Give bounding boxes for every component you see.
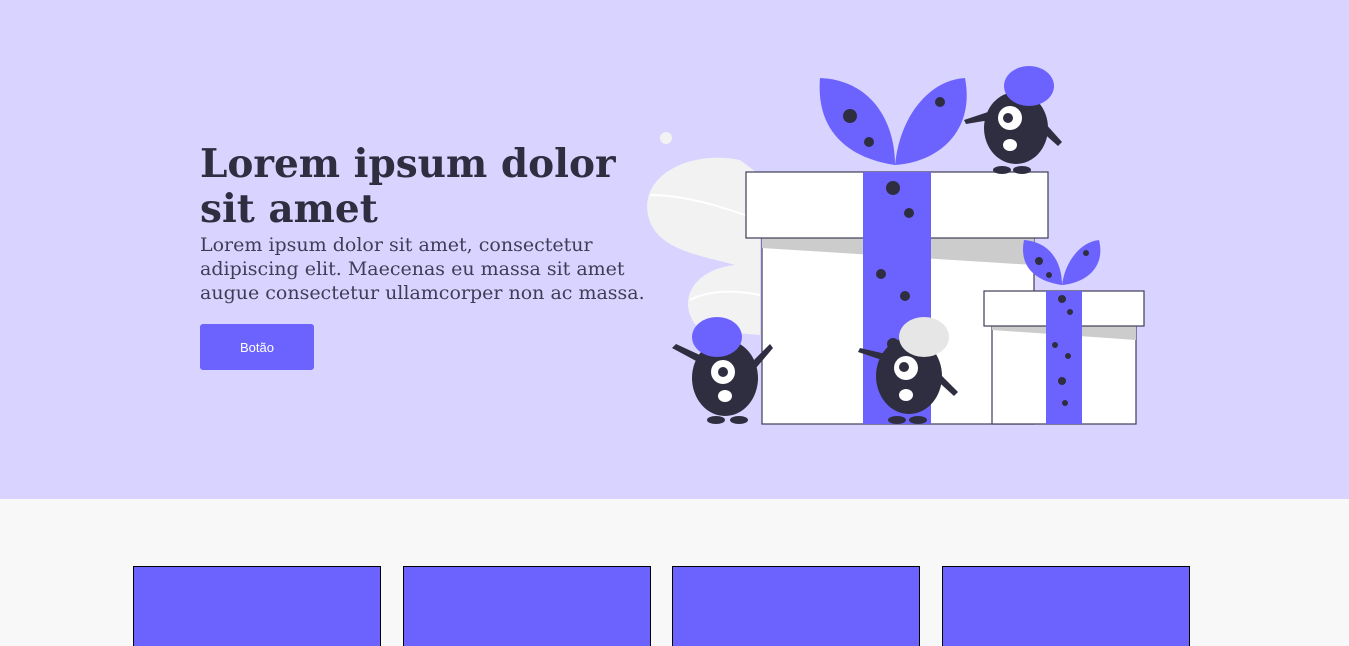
hero-title: Lorem ipsum dolor sit amet [200,141,616,232]
gift-boxes-monsters-illustration [647,66,1145,425]
cta-button[interactable]: Botão [200,324,314,370]
feature-card [942,566,1190,646]
monster-top [964,66,1062,174]
feature-card [403,566,651,646]
feature-card [133,566,381,646]
cards-section [0,499,1349,646]
feature-card [672,566,920,646]
swirl-shape [647,157,760,335]
hero-section: Lorem ipsum dolor sit amet Lorem ipsum d… [0,0,1349,499]
hero-description: Lorem ipsum dolor sit amet, consectetur … [200,234,645,304]
